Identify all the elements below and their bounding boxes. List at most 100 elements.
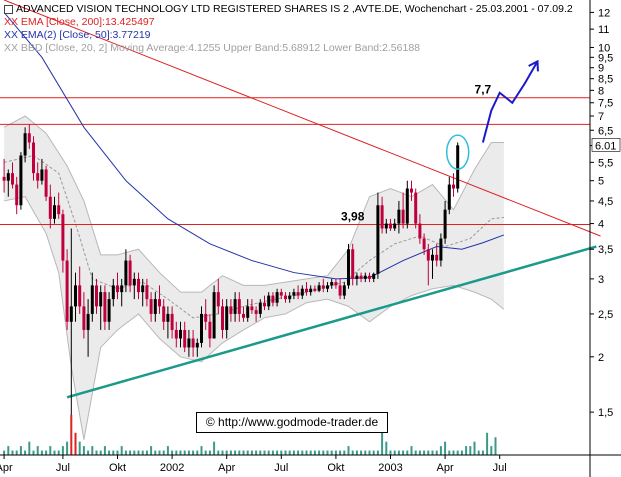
candle-body xyxy=(145,285,149,300)
candle-body xyxy=(351,249,355,279)
volume-bar xyxy=(40,450,43,455)
volume-bar xyxy=(171,450,174,455)
price-annotation: 7,7 xyxy=(475,83,492,97)
candle-body xyxy=(305,288,308,293)
candle-body xyxy=(174,329,178,339)
y-tick-label: 4 xyxy=(598,219,604,231)
candle-body xyxy=(95,285,98,307)
volume-bar xyxy=(351,450,354,455)
volume-bar xyxy=(53,450,56,455)
candle-body xyxy=(11,173,14,185)
volume-bar xyxy=(330,450,333,455)
title-checkbox-icon[interactable] xyxy=(4,4,13,14)
candle-body xyxy=(246,306,250,318)
candle-body xyxy=(338,285,342,296)
volume-bar xyxy=(389,450,392,455)
candle-body xyxy=(372,273,376,279)
candle-body xyxy=(216,292,220,307)
candle-body xyxy=(368,275,371,279)
volume-bar xyxy=(259,450,262,455)
y-tick-label: 8,5 xyxy=(598,74,613,86)
volume-bar xyxy=(301,450,304,455)
volume-bar xyxy=(116,450,119,455)
candle-body xyxy=(237,299,241,314)
chart-canvas: 7,73,98 1,522,533,544,555,566,577,588,59… xyxy=(0,0,621,477)
candle-body xyxy=(82,306,86,330)
candle-body xyxy=(111,285,115,300)
candle-body xyxy=(212,292,216,339)
x-tick-label: Jul xyxy=(493,462,507,474)
volume-bar xyxy=(24,450,27,455)
candle-body xyxy=(99,292,103,307)
volume-bar xyxy=(225,450,228,455)
candle-body xyxy=(74,285,77,307)
candle-body xyxy=(418,223,422,239)
candle-body xyxy=(27,133,31,143)
y-tick-label: 12 xyxy=(598,7,610,19)
candle-body xyxy=(204,313,208,322)
volume-bar xyxy=(145,450,148,455)
candle-body xyxy=(32,142,35,174)
volume-bar xyxy=(397,450,400,455)
x-tick-label: Apr xyxy=(0,462,13,474)
volume-bar xyxy=(133,450,136,455)
legend-bollinger: XX BBD [Close, 20, 2] Moving Average:4.1… xyxy=(4,42,421,54)
candle-body xyxy=(225,306,229,330)
candle-body xyxy=(153,299,157,314)
volume-bar xyxy=(263,450,266,455)
candle-body xyxy=(254,310,258,314)
y-tick-label: 6,5 xyxy=(598,125,613,137)
candle-body xyxy=(166,313,170,322)
y-tick-label: 3,5 xyxy=(598,244,613,256)
volume-bar xyxy=(288,450,291,455)
volume-bar xyxy=(435,450,438,455)
price-annotation: 3,98 xyxy=(341,210,365,224)
candle-body xyxy=(191,338,195,348)
volume-bar xyxy=(87,450,90,455)
volume-bar xyxy=(78,441,81,455)
candle-body xyxy=(170,313,174,330)
x-tick-label: Apr xyxy=(437,462,454,474)
volume-bar xyxy=(141,450,144,455)
candle-body xyxy=(363,275,367,279)
candle-body xyxy=(229,306,233,314)
y-tick-label: 5,5 xyxy=(598,157,613,169)
candle-body xyxy=(300,288,304,296)
volume-bar xyxy=(360,450,363,455)
volume-bar xyxy=(368,450,371,455)
x-tick-label: Jul xyxy=(56,462,70,474)
volume-bar xyxy=(196,450,199,455)
candle-body xyxy=(6,173,10,181)
candle-body xyxy=(250,306,254,311)
candle-body xyxy=(414,192,418,224)
candle-body xyxy=(132,278,136,286)
volume-bar xyxy=(49,446,52,455)
candle-body xyxy=(384,223,388,229)
candle-body xyxy=(267,295,271,307)
volume-bar xyxy=(427,450,430,455)
volume-bar xyxy=(120,446,123,455)
candle-body xyxy=(57,205,61,215)
y-tick-label: 1,5 xyxy=(598,407,613,419)
candle-body xyxy=(426,249,430,261)
volume-bar xyxy=(339,450,342,455)
candle-body xyxy=(103,292,107,322)
volume-bar xyxy=(410,446,413,455)
volume-bar xyxy=(469,446,472,455)
candle-body xyxy=(397,209,401,224)
volume-bar xyxy=(267,450,270,455)
candle-body xyxy=(284,295,287,300)
volume-bar xyxy=(187,450,190,455)
volume-bar xyxy=(456,450,459,455)
candle-body xyxy=(162,306,166,322)
volume-bar xyxy=(204,450,207,455)
volume-bar xyxy=(465,446,468,455)
volume-bar xyxy=(137,450,140,455)
candle-body xyxy=(422,238,426,250)
candle-body xyxy=(120,285,124,293)
candle-body xyxy=(326,285,329,289)
volume-bar xyxy=(460,450,463,455)
volume-bar xyxy=(238,450,241,455)
y-tick-label: 10 xyxy=(598,42,610,54)
candle-body xyxy=(107,299,111,322)
